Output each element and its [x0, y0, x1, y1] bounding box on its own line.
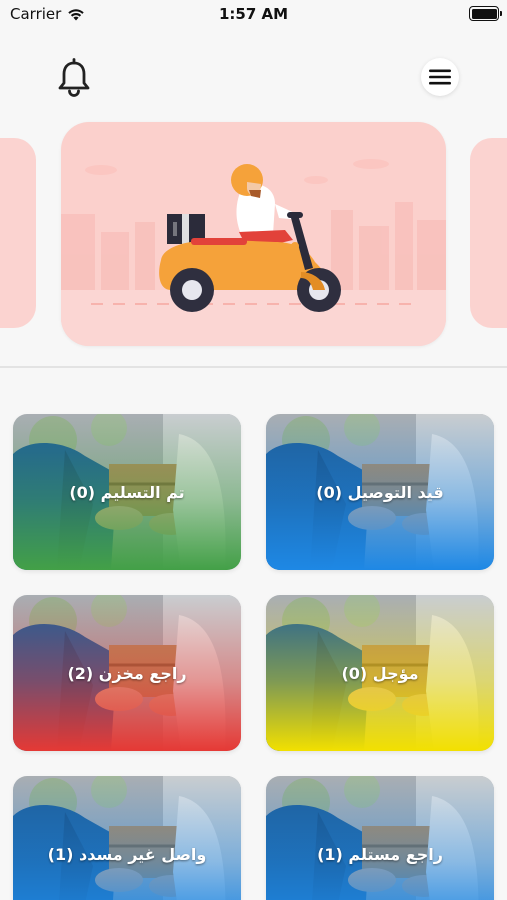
battery-icon	[469, 6, 502, 21]
bell-icon[interactable]	[56, 58, 92, 100]
banner-carousel[interactable]	[0, 120, 507, 350]
card-label: واصل غير مسدد (1)	[47, 844, 207, 864]
card-arrived-unpaid[interactable]: واصل غير مسدد (1)	[13, 776, 241, 900]
card-delivered[interactable]: تم التسليم (0)	[13, 414, 241, 570]
card-label: مؤجل (0)	[341, 663, 419, 683]
banner-slide[interactable]	[61, 122, 446, 346]
delivery-scooter-illustration	[61, 159, 446, 346]
section-divider	[0, 366, 507, 368]
card-returned-to-receiver[interactable]: راجع مستلم (1)	[266, 776, 494, 900]
card-label: راجع مخزن (2)	[67, 663, 187, 683]
status-bar: Carrier 1:57 AM	[0, 0, 507, 30]
clock: 1:57 AM	[218, 5, 289, 23]
menu-button[interactable]	[421, 58, 459, 96]
card-label: راجع مستلم (1)	[317, 844, 443, 864]
carousel-next-slide[interactable]	[470, 138, 507, 328]
card-returned-to-warehouse[interactable]: راجع مخزن (2)	[13, 595, 241, 751]
card-out-for-delivery[interactable]: قيد التوصيل (0)	[266, 414, 494, 570]
card-label: تم التسليم (0)	[69, 482, 185, 502]
card-label: قيد التوصيل (0)	[316, 482, 444, 502]
hamburger-menu-icon	[429, 69, 451, 85]
carousel-prev-slide[interactable]	[0, 138, 36, 328]
card-postponed[interactable]: مؤجل (0)	[266, 595, 494, 751]
